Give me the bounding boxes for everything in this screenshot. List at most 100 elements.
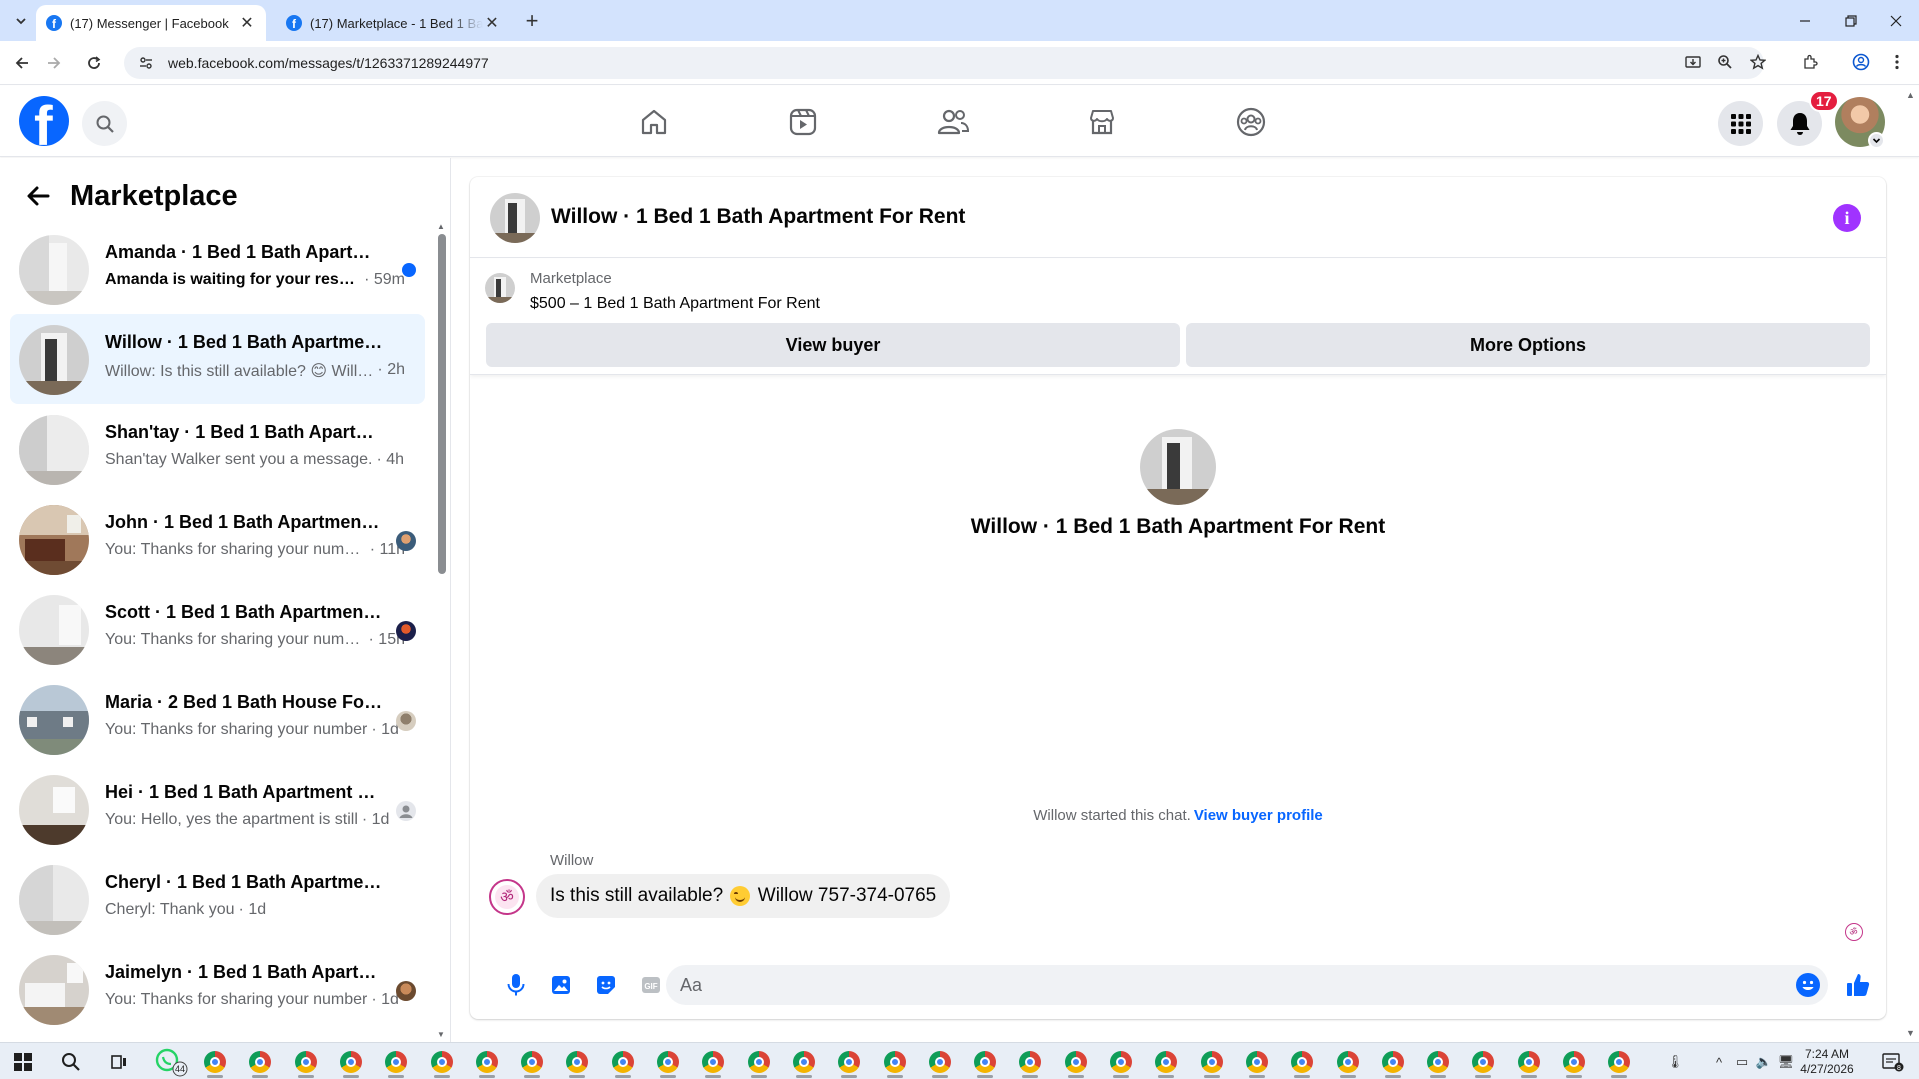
info-icon[interactable]: i: [1833, 204, 1861, 232]
chrome-taskbar-icon[interactable]: [197, 1046, 233, 1078]
chevron-down-icon[interactable]: [1868, 132, 1885, 149]
bookmark-star-icon[interactable]: [1745, 49, 1771, 75]
thumbs-up-icon[interactable]: [1840, 967, 1876, 1003]
extensions-icon[interactable]: [1797, 49, 1823, 75]
conversation-item[interactable]: Cheryl · 1 Bed 1 Bath Apartment For Rent…: [10, 854, 425, 944]
view-buyer-button[interactable]: View buyer: [486, 323, 1180, 367]
view-buyer-profile-link[interactable]: View buyer profile: [1194, 807, 1323, 824]
message-input[interactable]: [666, 965, 1828, 1005]
conversation-item[interactable]: Jaimelyn · 1 Bed 1 Bath Apartment For Re…: [10, 944, 425, 1034]
install-app-icon[interactable]: [1680, 49, 1706, 75]
search-button[interactable]: [82, 101, 127, 146]
chrome-taskbar-icon[interactable]: [967, 1046, 1003, 1078]
chrome-taskbar-icon[interactable]: [650, 1046, 686, 1078]
chrome-taskbar-icon[interactable]: [922, 1046, 958, 1078]
reels-icon[interactable]: [781, 100, 825, 144]
zoom-icon[interactable]: [1712, 49, 1738, 75]
conversation-item[interactable]: Maria · 2 Bed 1 Bath House For Rent You:…: [10, 674, 425, 764]
chrome-taskbar-icon[interactable]: [469, 1046, 505, 1078]
chrome-taskbar-icon[interactable]: [1556, 1046, 1592, 1078]
page-scroll-down-arrow[interactable]: ▼: [1906, 1028, 1915, 1038]
volume-icon[interactable]: 🔈: [1755, 1053, 1773, 1071]
conversation-item-selected[interactable]: Willow · 1 Bed 1 Bath Apartment For Rent…: [10, 314, 425, 404]
notification-center-icon[interactable]: 8: [1880, 1053, 1906, 1072]
conversation-item[interactable]: Amanda · 1 Bed 1 Bath Apartment For Rent…: [10, 224, 425, 314]
system-clock[interactable]: 7:24 AM 4/27/2026: [1792, 1047, 1862, 1077]
new-tab-button[interactable]: +: [519, 8, 545, 34]
chrome-taskbar-icon[interactable]: [1465, 1046, 1501, 1078]
close-tab-icon[interactable]: ✕: [483, 14, 501, 32]
chrome-taskbar-icon[interactable]: [1330, 1046, 1366, 1078]
conversation-item[interactable]: Shan'tay · 1 Bed 1 Bath Apartment For Re…: [10, 404, 425, 494]
chrome-taskbar-icon[interactable]: [695, 1046, 731, 1078]
back-arrow-icon[interactable]: [20, 178, 56, 214]
chrome-taskbar-icon[interactable]: [1239, 1046, 1275, 1078]
chrome-taskbar-icon[interactable]: [786, 1046, 822, 1078]
chrome-taskbar-icon[interactable]: [378, 1046, 414, 1078]
microphone-icon[interactable]: [498, 967, 534, 1003]
chrome-taskbar-icon[interactable]: [1601, 1046, 1637, 1078]
tab-marketplace[interactable]: f (17) Marketplace - 1 Bed 1 Bath ✕: [276, 5, 511, 41]
chrome-taskbar-icon[interactable]: [1103, 1046, 1139, 1078]
groups-icon[interactable]: [1229, 100, 1273, 144]
chrome-taskbar-icon[interactable]: [1511, 1046, 1547, 1078]
chrome-taskbar-icon[interactable]: [831, 1046, 867, 1078]
chrome-taskbar-icon[interactable]: [288, 1046, 324, 1078]
close-window-button[interactable]: [1873, 0, 1919, 41]
chat-title[interactable]: Willow · 1 Bed 1 Bath Apartment For Rent: [551, 205, 965, 229]
chrome-taskbar-icon[interactable]: [1420, 1046, 1456, 1078]
sticker-icon[interactable]: [588, 967, 624, 1003]
more-options-button[interactable]: More Options: [1186, 323, 1870, 367]
taskbar-search-icon[interactable]: [53, 1046, 89, 1078]
photo-icon[interactable]: [543, 967, 579, 1003]
chrome-taskbar-icon[interactable]: [424, 1046, 460, 1078]
minimize-button[interactable]: [1782, 0, 1828, 41]
weather-icon[interactable]: 🌡: [1666, 1053, 1684, 1071]
conversation-item[interactable]: Hei · 1 Bed 1 Bath Apartment For Rent Yo…: [10, 764, 425, 854]
chrome-taskbar-icon[interactable]: [1375, 1046, 1411, 1078]
chrome-taskbar-icon[interactable]: [1148, 1046, 1184, 1078]
scrollbar-thumb[interactable]: [438, 234, 446, 574]
chrome-taskbar-icon[interactable]: [1012, 1046, 1048, 1078]
whatsapp-icon[interactable]: 44: [154, 1046, 190, 1078]
chrome-taskbar-icon[interactable]: [514, 1046, 550, 1078]
message-bubble[interactable]: Is this still available? Willow 757-374-…: [536, 874, 951, 918]
task-view-icon[interactable]: [101, 1046, 137, 1078]
chrome-taskbar-icon[interactable]: [877, 1046, 913, 1078]
windows-start-icon[interactable]: [5, 1046, 41, 1078]
scroll-down-arrow[interactable]: ▼: [436, 1030, 446, 1040]
friends-icon[interactable]: [931, 100, 975, 144]
scroll-up-arrow[interactable]: ▲: [436, 222, 446, 232]
device-icon[interactable]: ▭: [1733, 1053, 1751, 1071]
chrome-taskbar-icon[interactable]: [559, 1046, 595, 1078]
chrome-taskbar-icon[interactable]: [1284, 1046, 1320, 1078]
marketplace-icon[interactable]: [1080, 100, 1124, 144]
conversation-item[interactable]: Scott · 1 Bed 1 Bath Apartment For Rent …: [10, 584, 425, 674]
chrome-profile-icon[interactable]: [1848, 49, 1874, 75]
chrome-taskbar-icon[interactable]: [242, 1046, 278, 1078]
chrome-taskbar-icon[interactable]: [605, 1046, 641, 1078]
home-icon[interactable]: [632, 100, 676, 144]
close-tab-icon[interactable]: ✕: [238, 14, 256, 32]
listing-price-title[interactable]: $500 – 1 Bed 1 Bath Apartment For Rent: [530, 295, 820, 313]
tab-messenger[interactable]: f (17) Messenger | Facebook ✕: [36, 5, 266, 41]
page-scroll-up-arrow[interactable]: ▲: [1906, 90, 1915, 100]
gif-icon[interactable]: GIF: [633, 967, 669, 1003]
chrome-taskbar-icon[interactable]: [741, 1046, 777, 1078]
chrome-taskbar-icon[interactable]: [1194, 1046, 1230, 1078]
tab-search-chevron-icon[interactable]: [8, 8, 34, 34]
facebook-logo-icon[interactable]: f: [19, 96, 69, 146]
tray-overflow-chevron-icon[interactable]: ^: [1710, 1053, 1728, 1071]
site-settings-icon[interactable]: [136, 53, 156, 73]
conversation-item[interactable]: John · 1 Bed 1 Bath Apartment For Rent Y…: [10, 494, 425, 584]
address-bar[interactable]: web.facebook.com/messages/t/126337128924…: [124, 47, 1764, 79]
menu-button[interactable]: [1718, 101, 1763, 146]
chrome-taskbar-icon[interactable]: [333, 1046, 369, 1078]
restore-button[interactable]: [1828, 0, 1874, 41]
chrome-menu-icon[interactable]: [1884, 49, 1910, 75]
back-button[interactable]: [8, 49, 36, 77]
reload-button[interactable]: [80, 49, 108, 77]
emoji-picker-icon[interactable]: [1796, 973, 1820, 997]
forward-button[interactable]: [40, 49, 68, 77]
listing-avatar[interactable]: [490, 193, 540, 243]
